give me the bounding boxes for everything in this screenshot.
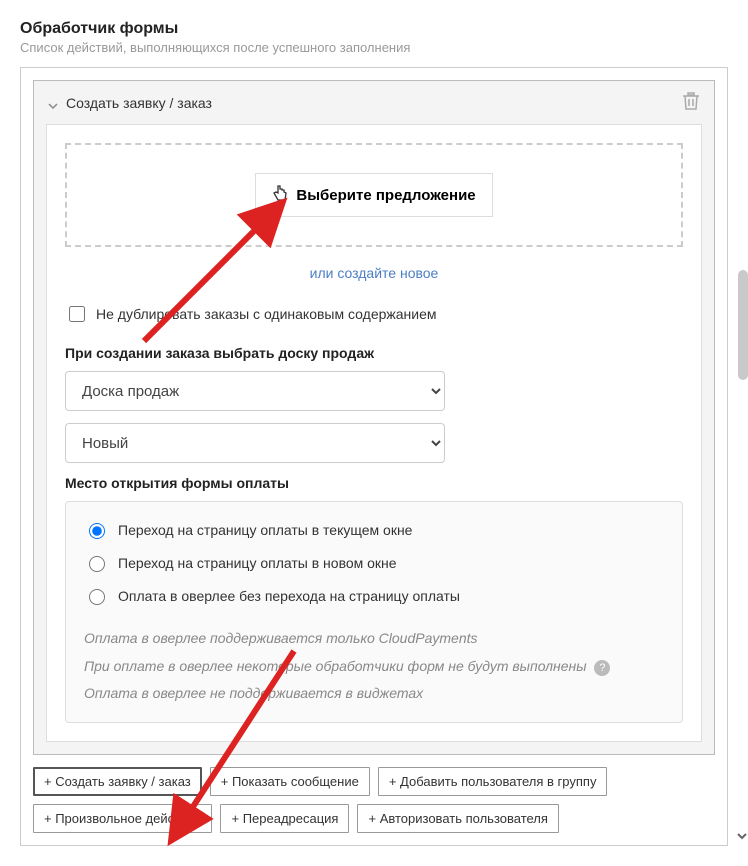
card-title: Создать заявку / заказ bbox=[66, 95, 212, 111]
page-title: Обработчик формы bbox=[20, 20, 728, 38]
hand-pointer-icon bbox=[272, 184, 288, 206]
radio-new-window[interactable]: Переход на страницу оплаты в новом окне bbox=[84, 553, 664, 572]
chip-add-user-group[interactable]: + Добавить пользователя в группу bbox=[378, 767, 608, 796]
note-handlers: При оплате в оверлее некоторые обработчи… bbox=[84, 657, 664, 677]
chip-custom-action[interactable]: + Произвольное действие bbox=[33, 804, 212, 833]
radio-current-window[interactable]: Переход на страницу оплаты в текущем окн… bbox=[84, 520, 664, 539]
chevron-down-icon[interactable] bbox=[736, 829, 748, 841]
radio-overlay[interactable]: Оплата в оверлее без перехода на страниц… bbox=[84, 586, 664, 605]
radio3-label: Оплата в оверлее без перехода на страниц… bbox=[118, 588, 460, 604]
card-body: Выберите предложение или создайте новое … bbox=[46, 124, 702, 742]
no-duplicate-checkbox-row[interactable]: Не дублировать заказы с одинаковым содер… bbox=[65, 303, 683, 325]
pick-offer-label: Выберите предложение bbox=[296, 187, 475, 204]
board-label: При создании заказа выбрать доску продаж bbox=[65, 345, 683, 361]
chip-authorize-user[interactable]: + Авторизовать пользователя bbox=[357, 804, 558, 833]
card-header[interactable]: Создать заявку / заказ bbox=[34, 81, 714, 124]
no-duplicate-label: Не дублировать заказы с одинаковым содер… bbox=[96, 306, 437, 322]
chip-create-order[interactable]: + Создать заявку / заказ bbox=[33, 767, 202, 796]
pick-offer-button[interactable]: Выберите предложение bbox=[255, 173, 492, 217]
actions-container: Создать заявку / заказ Выберите предложе… bbox=[20, 67, 728, 846]
note-cloudpayments: Оплата в оверлее поддерживается только C… bbox=[84, 629, 664, 649]
status-select[interactable]: Новый bbox=[65, 423, 445, 463]
sales-board-select[interactable]: Доска продаж bbox=[65, 371, 445, 411]
radio1-label: Переход на страницу оплаты в текущем окн… bbox=[118, 522, 412, 538]
offer-dropzone: Выберите предложение bbox=[65, 143, 683, 247]
radio2-label: Переход на страницу оплаты в новом окне bbox=[118, 555, 397, 571]
add-action-row: + Создать заявку / заказ + Показать сооб… bbox=[33, 767, 715, 833]
radio-current-window-input[interactable] bbox=[89, 523, 105, 539]
create-new-link[interactable]: или создайте новое bbox=[65, 265, 683, 281]
note-widgets: Оплата в оверлее не поддерживается в вид… bbox=[84, 684, 664, 704]
payment-location-label: Место открытия формы оплаты bbox=[65, 475, 683, 491]
scrollbar-thumb[interactable] bbox=[738, 270, 748, 380]
note-handlers-text: При оплате в оверлее некоторые обработчи… bbox=[84, 658, 587, 674]
chip-show-message[interactable]: + Показать сообщение bbox=[210, 767, 370, 796]
chip-redirect[interactable]: + Переадресация bbox=[220, 804, 349, 833]
help-icon[interactable]: ? bbox=[594, 660, 610, 676]
page-subtitle: Список действий, выполняющихся после усп… bbox=[20, 40, 728, 55]
no-duplicate-checkbox[interactable] bbox=[69, 306, 85, 322]
trash-icon[interactable] bbox=[682, 91, 700, 114]
action-card-create-order: Создать заявку / заказ Выберите предложе… bbox=[33, 80, 715, 755]
chevron-down-icon bbox=[48, 98, 58, 108]
radio-overlay-input[interactable] bbox=[89, 589, 105, 605]
payment-options-box: Переход на страницу оплаты в текущем окн… bbox=[65, 501, 683, 723]
radio-new-window-input[interactable] bbox=[89, 556, 105, 572]
